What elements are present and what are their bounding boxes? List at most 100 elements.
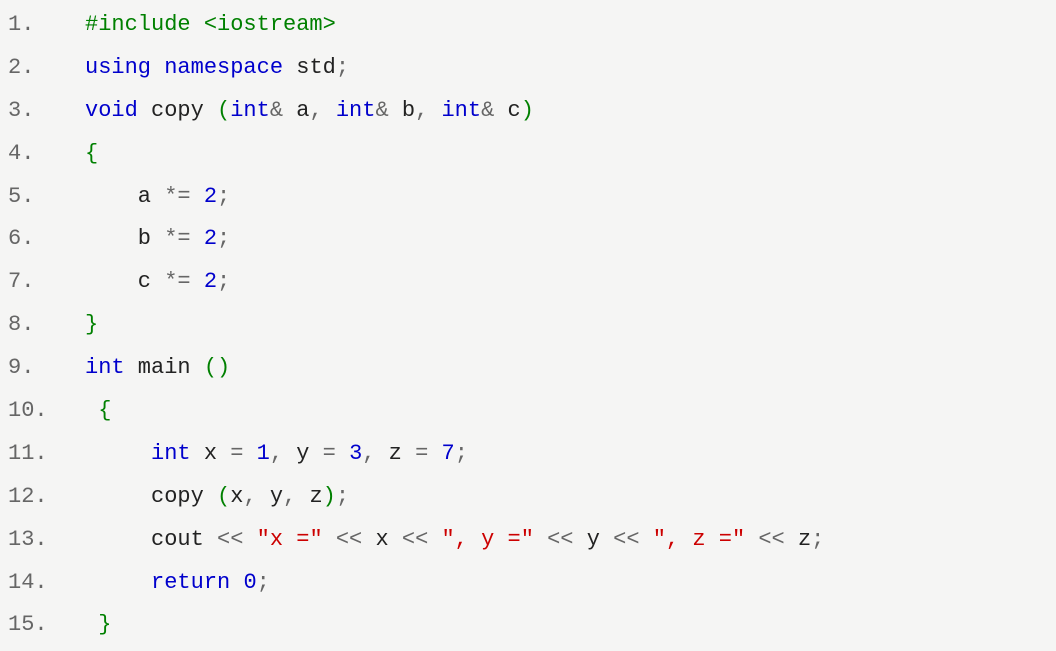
code-content: { xyxy=(85,390,1056,433)
code-content: void copy (int& a, int& b, int& c) xyxy=(85,90,1056,133)
code-content: } xyxy=(85,604,1056,647)
token xyxy=(191,184,204,209)
code-content: return 0; xyxy=(85,562,1056,605)
token: *= xyxy=(164,226,190,251)
code-line: 4.{ xyxy=(0,133,1056,176)
token: main xyxy=(125,355,204,380)
code-line: 1.#include <iostream> xyxy=(0,4,1056,47)
token: int xyxy=(151,441,191,466)
token: ; xyxy=(336,484,349,509)
token: & xyxy=(481,98,494,123)
token: cout xyxy=(85,527,217,552)
code-line: 6. b *= 2; xyxy=(0,218,1056,261)
token: & xyxy=(375,98,388,123)
token: y xyxy=(257,484,283,509)
token: int xyxy=(441,98,481,123)
token: ; xyxy=(455,441,468,466)
token: z xyxy=(296,484,322,509)
token: << xyxy=(217,527,243,552)
token: b xyxy=(389,98,415,123)
code-line: 3.void copy (int& a, int& b, int& c) xyxy=(0,90,1056,133)
code-line: 9.int main () xyxy=(0,347,1056,390)
token: ; xyxy=(811,527,824,552)
code-content: { xyxy=(85,133,1056,176)
line-number: 7. xyxy=(0,261,85,304)
token: ; xyxy=(217,226,230,251)
token: std xyxy=(283,55,336,80)
token xyxy=(323,527,336,552)
code-line: 13. cout << "x =" << x << ", y =" << y <… xyxy=(0,519,1056,562)
token: c xyxy=(494,98,520,123)
token: #include <iostream> xyxy=(85,12,336,37)
line-number: 4. xyxy=(0,133,85,176)
token: ; xyxy=(217,184,230,209)
token xyxy=(640,527,653,552)
token: ) xyxy=(521,98,534,123)
token xyxy=(243,441,256,466)
token: y xyxy=(283,441,323,466)
token xyxy=(745,527,758,552)
code-line: 14. return 0; xyxy=(0,562,1056,605)
token xyxy=(191,226,204,251)
line-number: 8. xyxy=(0,304,85,347)
token: void xyxy=(85,98,138,123)
token: << xyxy=(547,527,573,552)
line-number: 11. xyxy=(0,433,85,476)
code-content: int main () xyxy=(85,347,1056,390)
code-line: 10. { xyxy=(0,390,1056,433)
token: using xyxy=(85,55,151,80)
token: *= xyxy=(164,269,190,294)
token: ", z =" xyxy=(653,527,745,552)
code-content: copy (x, y, z); xyxy=(85,476,1056,519)
code-line: 12. copy (x, y, z); xyxy=(0,476,1056,519)
token: & xyxy=(270,98,283,123)
token: 0 xyxy=(243,570,256,595)
code-content: #include <iostream> xyxy=(85,4,1056,47)
token xyxy=(428,527,441,552)
token: namespace xyxy=(164,55,283,80)
code-line: 11. int x = 1, y = 3, z = 7; xyxy=(0,433,1056,476)
token xyxy=(336,441,349,466)
token: x xyxy=(230,484,243,509)
code-line: 7. c *= 2; xyxy=(0,261,1056,304)
token: , xyxy=(243,484,256,509)
line-number: 15. xyxy=(0,604,85,647)
token: ", y =" xyxy=(441,527,533,552)
token: = xyxy=(323,441,336,466)
token: () xyxy=(204,355,230,380)
token: = xyxy=(415,441,428,466)
line-number: 10. xyxy=(0,390,85,433)
line-number: 5. xyxy=(0,176,85,219)
line-number: 13. xyxy=(0,519,85,562)
token: return xyxy=(151,570,230,595)
code-block: 1.#include <iostream>2.using namespace s… xyxy=(0,4,1056,647)
token: a xyxy=(283,98,309,123)
line-number: 9. xyxy=(0,347,85,390)
token xyxy=(85,398,98,423)
token: 3 xyxy=(349,441,362,466)
token: = xyxy=(230,441,243,466)
token: int xyxy=(336,98,376,123)
token: { xyxy=(98,398,111,423)
code-content: using namespace std; xyxy=(85,47,1056,90)
token: ; xyxy=(257,570,270,595)
token: copy xyxy=(138,98,217,123)
line-number: 12. xyxy=(0,476,85,519)
token: a xyxy=(85,184,164,209)
token: *= xyxy=(164,184,190,209)
token: ) xyxy=(323,484,336,509)
token: { xyxy=(85,141,98,166)
token: 2 xyxy=(204,269,217,294)
code-content: int x = 1, y = 3, z = 7; xyxy=(85,433,1056,476)
code-content: b *= 2; xyxy=(85,218,1056,261)
code-line: 8.} xyxy=(0,304,1056,347)
line-number: 3. xyxy=(0,90,85,133)
token: << xyxy=(758,527,784,552)
token xyxy=(151,55,164,80)
token: x xyxy=(191,441,231,466)
token xyxy=(428,98,441,123)
token: , xyxy=(309,98,322,123)
token: c xyxy=(85,269,164,294)
token: ( xyxy=(217,484,230,509)
token: ; xyxy=(217,269,230,294)
